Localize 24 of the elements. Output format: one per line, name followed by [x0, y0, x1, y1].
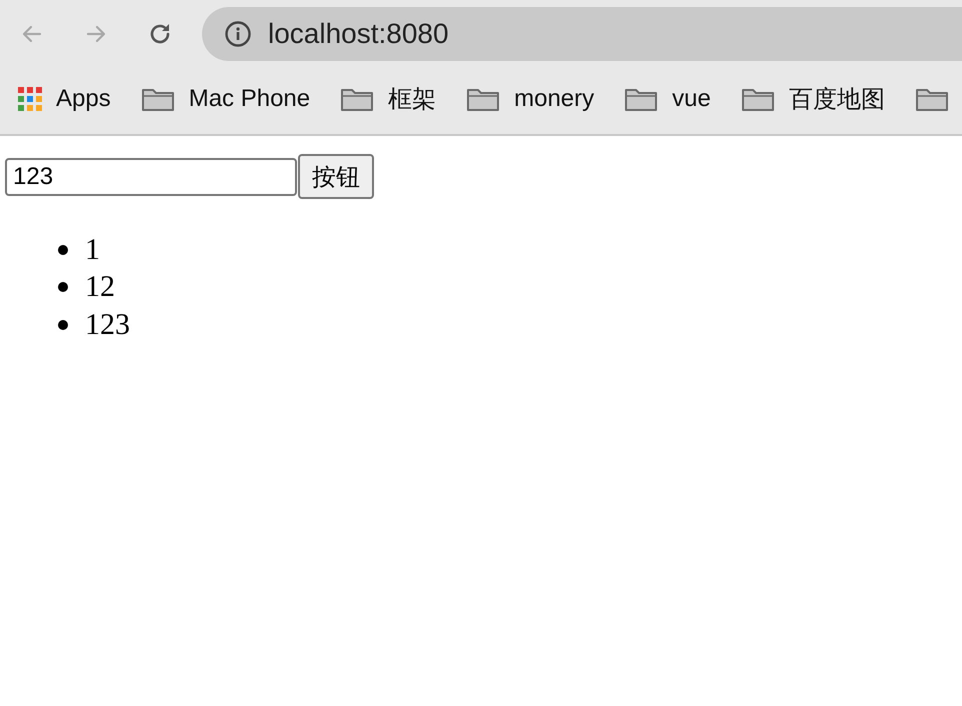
bullet-icon: [58, 282, 68, 292]
list-item: 1: [85, 234, 100, 265]
folder-icon: [624, 86, 658, 112]
bookmark[interactable]: Apps: [18, 85, 111, 113]
bookmark[interactable]: monery: [466, 85, 594, 113]
folder-icon: [140, 86, 175, 112]
list-item: 12: [85, 272, 115, 302]
folder-icon[interactable]: [914, 86, 949, 112]
folder-icon: [740, 86, 775, 112]
address-bar[interactable]: localhost:8080: [202, 7, 962, 61]
bookmark[interactable]: 百度地图: [740, 83, 885, 115]
text-input[interactable]: 123: [5, 158, 297, 196]
folder-icon: [340, 86, 374, 112]
bullet-icon: [58, 244, 68, 255]
bookmark[interactable]: vue: [624, 85, 711, 113]
folder-icon: [466, 86, 500, 112]
url-text: localhost:8080: [268, 18, 449, 50]
bullet-icon: [58, 320, 68, 330]
apps-grid-icon: [18, 87, 42, 111]
submit-button[interactable]: 按钮: [298, 154, 374, 199]
list-item: 123: [85, 310, 130, 340]
info-icon[interactable]: [224, 20, 252, 48]
bookmark[interactable]: 框架: [340, 83, 436, 115]
bookmark[interactable]: Mac Phone: [140, 85, 310, 113]
